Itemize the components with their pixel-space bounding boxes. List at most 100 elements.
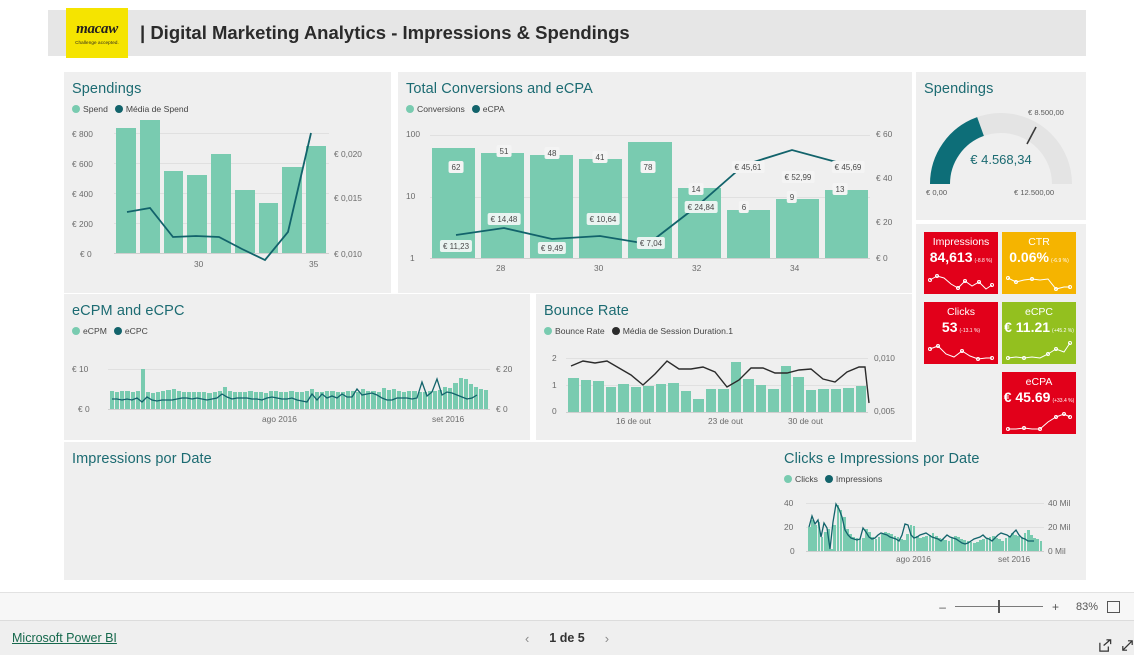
macaw-logo: macaw Challenge accepted. <box>66 8 128 58</box>
zoom-percent-label: 83% <box>1075 600 1098 613</box>
legend-item-ecpm[interactable]: eCPM <box>72 326 107 336</box>
data-label-conversions: 78 <box>640 161 656 173</box>
line-series-session-duration <box>570 360 870 404</box>
ytick-spend-200: € 200 <box>72 219 93 229</box>
xtick-spend-30: 30 <box>194 259 204 269</box>
kpi-value: 84,613 <box>929 249 973 265</box>
xtick-ci-ago2016: ago 2016 <box>896 554 931 564</box>
y2tick-spend-010: € 0,010 <box>334 249 362 259</box>
y2tick-ci-0mil: 0 Mil <box>1048 546 1066 556</box>
zoom-slider-thumb[interactable] <box>997 600 1000 613</box>
data-label-conversions: 9 <box>786 191 798 203</box>
legend-item-ecpc[interactable]: eCPC <box>113 326 148 336</box>
tile-impressions-por-date[interactable]: Impressions por Date <box>64 442 776 580</box>
tile-title-impressions-date: Impressions por Date <box>72 451 212 467</box>
data-label-conversions: 6 <box>738 201 750 213</box>
data-label-ecpa: € 9,49 <box>537 242 567 254</box>
data-label-ecpa: € 45,69 <box>831 161 865 173</box>
ytick-spend-800: € 800 <box>72 129 93 139</box>
legend-item-session-duration[interactable]: Média de Session Duration.1 <box>611 326 733 336</box>
legend-dot-bounce-rate <box>544 327 552 335</box>
legend-label-ecpm: eCPM <box>83 326 107 336</box>
tile-total-conversions[interactable]: Total Conversions and eCPA Conversions e… <box>398 72 912 293</box>
kpi-sparkline <box>1006 341 1072 360</box>
legend-dot-impressions <box>824 475 833 483</box>
legend-label-bounce-rate: Bounce Rate <box>555 326 605 336</box>
plot-conversions: 100 10 1 € 60 € 40 € 20 € 0 62 51 48 41 … <box>398 127 912 293</box>
xtick-bounce-30out: 30 de out <box>788 416 823 426</box>
legend-item-impressions[interactable]: Impressions <box>824 474 882 484</box>
legend-dot-session-duration <box>611 327 620 335</box>
kpi-card-clicks[interactable]: Clicks 53 (-13.1 %) <box>924 302 998 364</box>
data-label-conversions: 13 <box>832 183 848 195</box>
data-label-conversions: 48 <box>544 147 560 159</box>
page-indicator: 1 de 5 <box>549 631 585 645</box>
kpi-card-ctr[interactable]: CTR 0.06% (-6.9 %) <box>1002 232 1076 294</box>
ytick-bounce-2: 2 <box>552 353 557 363</box>
zoom-slider[interactable] <box>954 600 1043 613</box>
zoom-toolbar: – + 83% <box>0 592 1134 621</box>
kpi-card-impressions[interactable]: Impressions 84,613 (-8.8 %) <box>924 232 998 294</box>
kpi-sparkline <box>1006 276 1072 291</box>
kpi-card-ecpa[interactable]: eCPA € 45.69 (+33.4 %) <box>1002 372 1076 434</box>
tile-title-conversions: Total Conversions and eCPA <box>406 81 593 97</box>
data-label-conversions: 14 <box>688 183 704 195</box>
zoom-in-button[interactable]: + <box>1052 600 1059 614</box>
logo-wordmark: macaw <box>76 20 118 37</box>
tile-ecpm-ecpc[interactable]: eCPM and eCPC eCPM eCPC € 10 € 0 € 20 € … <box>64 294 530 440</box>
xtick-bounce-23out: 23 de out <box>708 416 743 426</box>
ytick-ci-40: 40 <box>784 498 794 508</box>
tile-spendings-bar[interactable]: Spendings Spend Média de Spend € 800 € 6… <box>64 72 391 293</box>
xtick-spend-35: 35 <box>309 259 319 269</box>
legend-item-bounce-rate[interactable]: Bounce Rate <box>544 326 605 336</box>
line-series-media-spend <box>126 132 312 262</box>
fit-to-page-icon[interactable] <box>1107 600 1120 613</box>
kpi-sparkline <box>928 344 994 361</box>
line-series-impressions <box>808 502 1034 550</box>
tile-title-bounce: Bounce Rate <box>544 303 629 319</box>
kpi-value: 53 <box>941 319 958 335</box>
y2tick-bounce-005: 0,005 <box>874 406 895 416</box>
tile-bounce-rate[interactable]: Bounce Rate Bounce Rate Média de Session… <box>536 294 912 440</box>
legend-item-conversions[interactable]: Conversions <box>406 104 465 114</box>
tile-spendings-gauge[interactable]: Spendings € 4.568,34 € 8.500,00 € 0,00 €… <box>916 72 1086 220</box>
data-label-ecpa: € 45,61 <box>731 161 765 173</box>
zoom-out-button[interactable]: – <box>939 600 946 614</box>
kpi-delta: (-8.8 %) <box>974 258 993 264</box>
ytick-bounce-1: 1 <box>552 380 557 390</box>
ytick-conv-10: 10 <box>406 191 416 201</box>
legend-item-clicks[interactable]: Clicks <box>784 474 818 484</box>
previous-page-button[interactable]: ‹ <box>525 631 529 646</box>
kpi-name: CTR <box>1028 236 1050 248</box>
ytick-spend-400: € 400 <box>72 189 93 199</box>
xtick-ecpm-set2016: set 2016 <box>432 414 465 424</box>
kpi-delta: (+45.2 %) <box>1052 328 1074 334</box>
y2tick-conv-40: € 40 <box>876 173 893 183</box>
y2tick-ecpc-20: € 20 <box>496 364 513 374</box>
data-label-conversions: 62 <box>448 161 464 173</box>
kpi-card-ecpc[interactable]: eCPC € 11.21 (+45.2 %) <box>1002 302 1076 364</box>
kpi-name: Impressions <box>932 236 990 248</box>
next-page-button[interactable]: › <box>605 631 609 646</box>
kpi-name: eCPA <box>1025 376 1053 388</box>
gauge: € 4.568,34 € 8.500,00 € 0,00 € 12.500,00 <box>916 104 1086 220</box>
legend-item-spend[interactable]: Spend <box>72 104 108 114</box>
gauge-value: € 4.568,34 <box>970 152 1032 167</box>
legend-dot-ecpc <box>113 327 122 335</box>
y2tick-bounce-010: 0,010 <box>874 353 895 363</box>
legend-dot-spend <box>72 105 80 113</box>
report-header: macaw Challenge accepted. | Digital Mark… <box>48 8 1086 58</box>
data-label-ecpa: € 14,48 <box>487 213 521 225</box>
y2tick-ci-40mil: 40 Mil <box>1048 498 1071 508</box>
kpi-delta: (+33.4 %) <box>1052 398 1075 404</box>
tile-clicks-impressions-por-date[interactable]: Clicks e Impressions por Date Clicks Imp… <box>776 442 1086 580</box>
legend-spendings: Spend Média de Spend <box>64 97 391 114</box>
xtick-conv-32: 32 <box>692 263 702 273</box>
kpi-delta: (-6.9 %) <box>1050 258 1069 264</box>
legend-clicks-impressions: Clicks Impressions <box>776 467 1086 484</box>
legend-item-ecpa[interactable]: eCPA <box>471 104 505 114</box>
legend-item-media-spend[interactable]: Média de Spend <box>114 104 188 114</box>
legend-dot-ecpa <box>471 105 480 113</box>
ytick-spend-0: € 0 <box>80 249 92 259</box>
gauge-target-label: € 8.500,00 <box>1028 108 1064 117</box>
